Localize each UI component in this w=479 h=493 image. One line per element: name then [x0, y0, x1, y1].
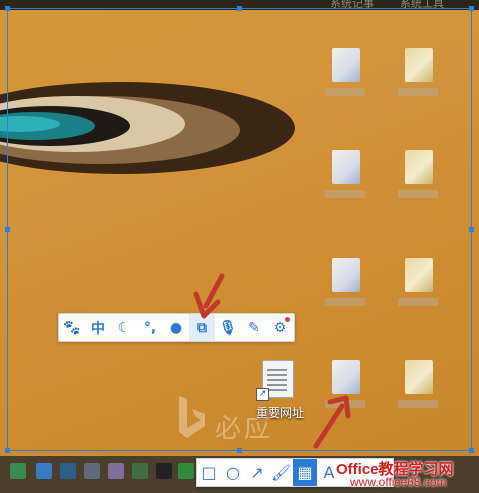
input-method-toolbar: 🐾 中 ☾ °, ● ⧉ 🎙 ✎ ⚙ [58, 313, 295, 342]
tray-app-icon[interactable] [60, 463, 76, 479]
punctuation-icon[interactable]: °, [137, 314, 163, 341]
site-watermark: Office教程学习网 www.office68.com [336, 458, 476, 490]
selection-handle[interactable] [5, 448, 10, 453]
gear-icon[interactable]: ⚙ [267, 314, 293, 341]
selection-handle[interactable] [5, 6, 10, 11]
paw-icon[interactable]: 🐾 [59, 314, 85, 341]
user-icon[interactable]: ● [163, 314, 189, 341]
arrow-tool-icon[interactable]: ↗ [245, 459, 269, 486]
shield-icon[interactable] [178, 463, 194, 479]
selection-handle[interactable] [237, 448, 242, 453]
mosaic-tool-icon[interactable]: ▦ [293, 459, 317, 486]
tray-app-icon[interactable] [84, 463, 100, 479]
selection-handle[interactable] [469, 227, 474, 232]
selection-handle[interactable] [237, 6, 242, 11]
tray-app-icon[interactable] [108, 463, 124, 479]
ellipse-tool-icon[interactable]: ○ [221, 459, 245, 486]
notification-dot [285, 317, 290, 322]
tray-app-icon[interactable] [10, 463, 26, 479]
tray-app-icon[interactable] [36, 463, 52, 479]
tray-app-icon[interactable] [156, 463, 172, 479]
gear-glyph: ⚙ [273, 319, 287, 336]
screenshot-selection-frame[interactable] [7, 8, 472, 451]
moon-icon[interactable]: ☾ [111, 314, 137, 341]
tray-app-icon[interactable] [132, 463, 148, 479]
red-arrow-annotation [193, 273, 225, 319]
selection-handle[interactable] [469, 6, 474, 11]
chinese-mode-button[interactable]: 中 [85, 314, 111, 341]
brush-tool-icon[interactable]: 🖌 [269, 459, 293, 486]
pen-icon[interactable]: ✎ [241, 314, 267, 341]
brand-url: www.office68.com [350, 475, 447, 489]
selection-handle[interactable] [469, 448, 474, 453]
rectangle-tool-icon[interactable]: □ [197, 459, 221, 486]
selection-handle[interactable] [5, 227, 10, 232]
red-arrow-annotation [313, 395, 351, 449]
